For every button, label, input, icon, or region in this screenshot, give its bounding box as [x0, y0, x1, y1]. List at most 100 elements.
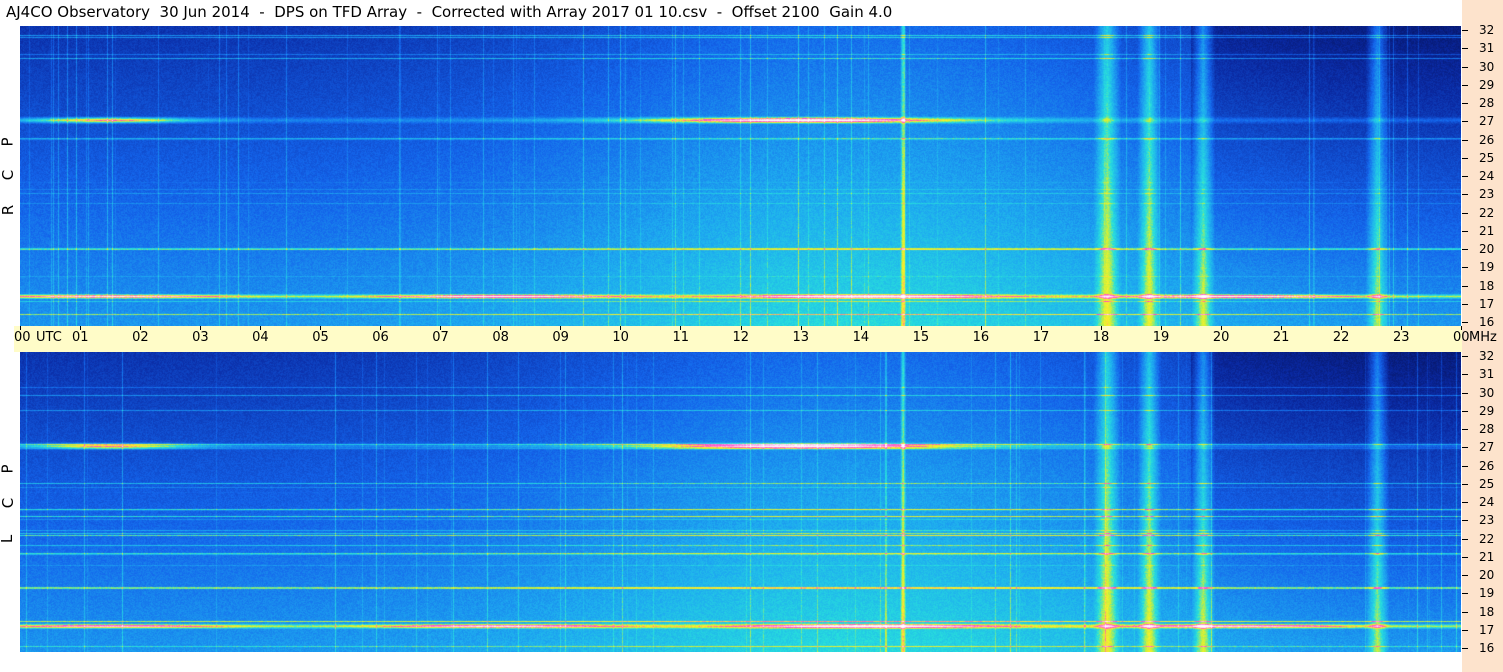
- mhz-label: MHz: [1469, 330, 1497, 345]
- frequency-label: 22: [1479, 205, 1495, 220]
- frequency-tick: [1462, 212, 1468, 214]
- frequency-label: 26: [1479, 458, 1495, 473]
- frequency-tick: [1462, 502, 1468, 503]
- frequency-tick: [1462, 267, 1468, 269]
- title-bar: AJ4CO Observatory 30 Jun 2014 - DPS on T…: [0, 0, 1462, 26]
- lcp-spectrogram: [20, 352, 1461, 652]
- frequency-label: 23: [1479, 187, 1495, 202]
- frequency-label: 27: [1479, 114, 1495, 129]
- rcp-spectrogram: [20, 26, 1461, 326]
- frequency-label: 29: [1479, 403, 1495, 418]
- lcp-frequency-axis: 32 31 30 29 28 27 26 25 24 23 22 21 20 19 18 17 16: [1462, 349, 1503, 655]
- frequency-tick: [1462, 611, 1468, 613]
- frequency-label: 29: [1479, 77, 1495, 92]
- frequency-label: 19: [1479, 260, 1495, 275]
- frequency-tick: [1462, 121, 1468, 123]
- frequency-tick: [1462, 103, 1468, 104]
- lcp-letter-c: C: [0, 497, 18, 509]
- frequency-tick: [1462, 410, 1468, 412]
- frequency-tick: [1462, 447, 1468, 449]
- frequency-label: 17: [1479, 622, 1495, 637]
- time-label: 14: [852, 330, 870, 345]
- time-label: 23: [1392, 330, 1410, 345]
- frequency-tick: [1462, 322, 1468, 323]
- frequency-label: 19: [1479, 586, 1495, 601]
- frequency-label: 30: [1479, 385, 1495, 400]
- time-label: 21: [1272, 330, 1290, 345]
- frequency-label: 25: [1479, 476, 1495, 491]
- frequency-label: 17: [1479, 296, 1495, 311]
- frequency-label: 24: [1479, 495, 1495, 509]
- frequency-tick: [1462, 538, 1468, 540]
- frequency-tick: [1462, 30, 1468, 31]
- frequency-tick: [1462, 356, 1468, 357]
- frequency-tick: [1462, 648, 1468, 649]
- frequency-label: 31: [1479, 41, 1495, 56]
- frequency-label: 20: [1479, 242, 1495, 256]
- frequency-tick: [1462, 84, 1468, 86]
- time-label: 22: [1332, 330, 1350, 345]
- frequency-label: 27: [1479, 440, 1495, 455]
- time-label: 20: [1212, 330, 1230, 345]
- frequency-tick: [1462, 556, 1468, 558]
- time-label: 03: [192, 330, 209, 345]
- frequency-tick: [1462, 176, 1468, 177]
- frequency-label: 23: [1479, 513, 1495, 528]
- time-label: 05: [312, 330, 329, 345]
- frequency-tick: [1462, 285, 1468, 287]
- time-label: 15: [912, 330, 930, 345]
- frequency-label: 21: [1479, 549, 1495, 564]
- frequency-tick: [1462, 629, 1468, 631]
- time-label: 16: [972, 330, 990, 345]
- rcp-letter-r: R: [0, 204, 18, 216]
- utc-label: UTC: [36, 330, 62, 345]
- rcp-spectrogram-canvas: [20, 26, 1461, 326]
- frequency-tick: [1462, 303, 1468, 305]
- frequency-label: 16: [1479, 315, 1495, 329]
- time-label: 10: [612, 330, 629, 345]
- frequency-label: 21: [1479, 223, 1495, 238]
- frequency-tick: [1462, 374, 1468, 376]
- frequency-label: 18: [1479, 278, 1495, 293]
- time-label: 00: [1453, 330, 1470, 345]
- time-label: 07: [432, 330, 449, 345]
- time-label: 13: [792, 330, 810, 345]
- frequency-tick: [1462, 392, 1468, 394]
- frequency-tick: [1462, 139, 1468, 141]
- rcp-frequency-axis: 32 31 30 29 28 27 26 25 24 23 22 21 20 19 18 17 16: [1462, 23, 1503, 329]
- frequency-tick: [1462, 66, 1468, 68]
- frequency-label: 16: [1479, 641, 1495, 655]
- frequency-label: 32: [1479, 349, 1495, 363]
- frequency-tick: [1462, 194, 1468, 196]
- time-label: 12: [732, 330, 750, 345]
- frequency-label: 31: [1479, 367, 1495, 382]
- frequency-label: 28: [1479, 96, 1495, 110]
- bottom-margin: [0, 652, 1462, 672]
- frequency-tick: [1462, 249, 1468, 250]
- time-label: 04: [252, 330, 269, 345]
- frequency-label: 25: [1479, 150, 1495, 165]
- frequency-label: 32: [1479, 23, 1495, 37]
- time-label: 19: [1152, 330, 1170, 345]
- time-label: 09: [552, 330, 569, 345]
- rcp-letter-p: P: [0, 137, 17, 147]
- time-label: 01: [72, 330, 89, 345]
- rcp-letter-c: C: [0, 169, 18, 181]
- frequency-tick: [1462, 465, 1468, 467]
- time-label: 00: [14, 330, 31, 345]
- frequency-label: 20: [1479, 568, 1495, 582]
- chart-title: AJ4CO Observatory 30 Jun 2014 - DPS on T…: [6, 3, 893, 21]
- frequency-tick: [1462, 520, 1468, 522]
- frequency-label: 22: [1479, 531, 1495, 546]
- frequency-label: 28: [1479, 422, 1495, 436]
- frequency-label: 26: [1479, 132, 1495, 147]
- lcp-spectrogram-canvas: [20, 352, 1461, 652]
- lcp-letter-l: L: [0, 535, 16, 543]
- time-axis: 00 01 02 03 04 05 06 07 08 09 10 11 12 13 14 15 16 17 18 19…: [14, 326, 1497, 352]
- time-label: 17: [1032, 330, 1050, 345]
- time-label: 18: [1092, 330, 1110, 345]
- time-label: 08: [492, 330, 509, 345]
- frequency-tick: [1462, 575, 1468, 576]
- lcp-letter-p: P: [0, 464, 17, 474]
- frequency-tick: [1462, 230, 1468, 232]
